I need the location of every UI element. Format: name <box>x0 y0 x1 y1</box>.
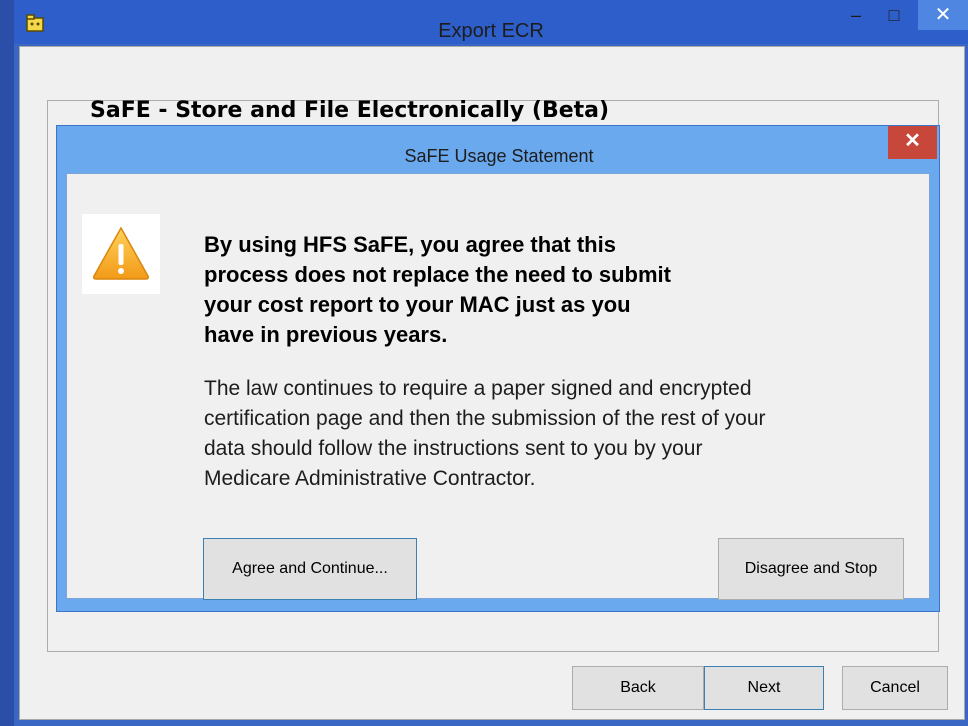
heading-line-3: your cost report to your MAC just as you <box>204 292 631 317</box>
heading-line-4: have in previous years. <box>204 322 448 347</box>
warning-icon <box>90 222 152 284</box>
window-title: Export ECR <box>438 20 544 42</box>
back-button[interactable]: Back <box>572 666 704 710</box>
minimize-button[interactable]: – <box>838 0 874 30</box>
body-line-4: Medicare Administrative Contractor. <box>204 467 536 490</box>
disagree-and-stop-button[interactable]: Disagree and Stop <box>718 538 904 600</box>
usage-statement-dialog: SaFE Usage Statement ✕ By using HFS SaFE… <box>56 125 940 612</box>
window-close-button[interactable]: ✕ <box>918 0 968 30</box>
body-line-1: The law continues to require a paper sig… <box>204 377 752 400</box>
warning-tile <box>82 214 160 294</box>
agree-and-continue-button[interactable]: Agree and Continue... <box>203 538 417 600</box>
group-header: SaFE - Store and File Electronically (Be… <box>90 98 610 123</box>
heading-line-2: process does not replace the need to sub… <box>204 262 671 287</box>
body-line-2: certification page and then the submissi… <box>204 407 766 430</box>
cancel-button[interactable]: Cancel <box>842 666 948 710</box>
heading-line-1: By using HFS SaFE, you agree that this <box>204 232 616 257</box>
window-titlebar[interactable]: Export ECR – □ ✕ <box>14 0 968 44</box>
next-button[interactable]: Next <box>704 666 824 710</box>
body-line-3: data should follow the instructions sent… <box>204 437 703 460</box>
maximize-button[interactable]: □ <box>876 0 912 30</box>
dialog-close-button[interactable]: ✕ <box>888 126 937 159</box>
dialog-body: By using HFS SaFE, you agree that this p… <box>66 173 930 600</box>
dialog-title: SaFE Usage Statement <box>404 146 594 166</box>
